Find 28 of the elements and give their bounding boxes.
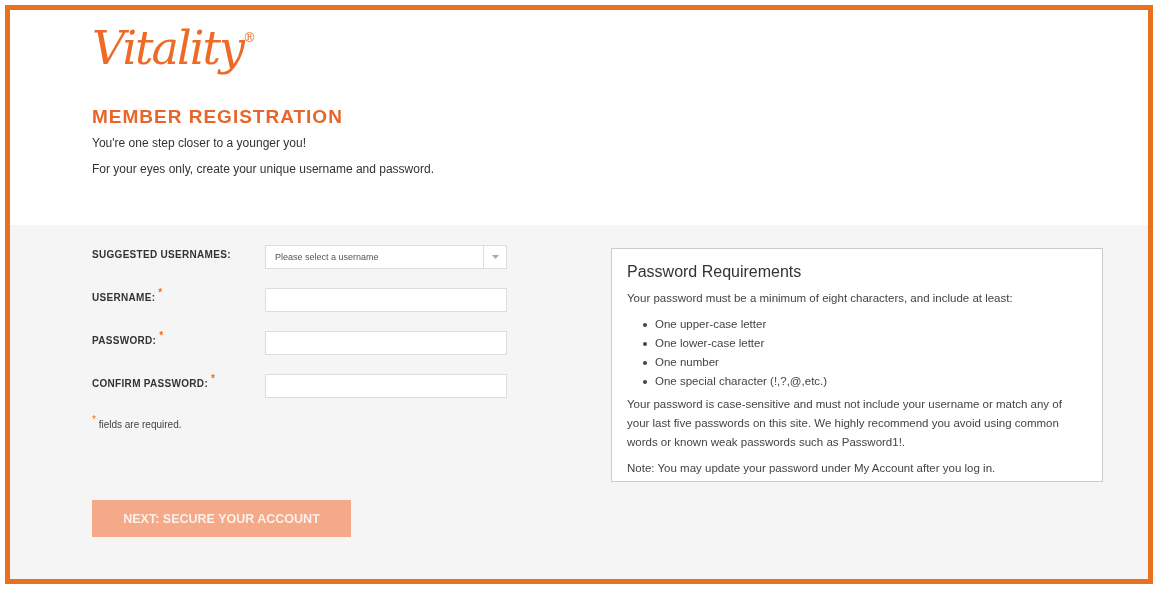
username-dropdown[interactable]: Please select a username xyxy=(265,245,507,269)
requirement-item: One lower-case letter xyxy=(655,336,765,351)
requirement-item: One number xyxy=(655,355,719,370)
logo: Vitality® xyxy=(92,20,256,77)
panel-text: Your password is case-sensitive and must not include your username or match any of your last five passwords on this site. We highly recommend you avoid using common words or known weak passwords such as Password1!. xyxy=(627,397,1063,450)
panel-title: Password Requirements xyxy=(627,263,803,281)
field-label: USERNAME: * xyxy=(92,288,164,303)
field-label: CONFIRM PASSWORD: * xyxy=(92,374,217,389)
field-label: PASSWORD: * xyxy=(92,331,165,346)
input-field[interactable] xyxy=(265,374,507,398)
panel-text: Your password must be a minimum of eight characters, and include at least: xyxy=(627,291,1014,306)
intro-text: You're one step closer to a younger you! xyxy=(92,136,307,150)
bullet-icon xyxy=(643,360,647,365)
required-mark: * xyxy=(158,287,163,298)
input-field[interactable] xyxy=(265,331,507,355)
caret-icon xyxy=(491,255,499,259)
intro-text: For your eyes only, create your unique username and password. xyxy=(92,162,435,176)
input-field[interactable] xyxy=(265,288,507,312)
required-mark: * xyxy=(211,373,216,384)
bullet-icon xyxy=(643,341,647,346)
requirement-item: One upper-case letter xyxy=(655,317,767,332)
bullet-icon xyxy=(643,322,647,327)
page-heading: MEMBER REGISTRATION xyxy=(92,106,344,128)
field-label: SUGGESTED USERNAMES: xyxy=(92,248,232,260)
bullet-icon xyxy=(643,379,647,384)
required-mark: * xyxy=(159,330,164,341)
panel-text: Note: You may update your password under My Account after you log in. xyxy=(627,461,997,476)
requirement-item: One special character (!,?,@,etc.) xyxy=(655,374,828,389)
